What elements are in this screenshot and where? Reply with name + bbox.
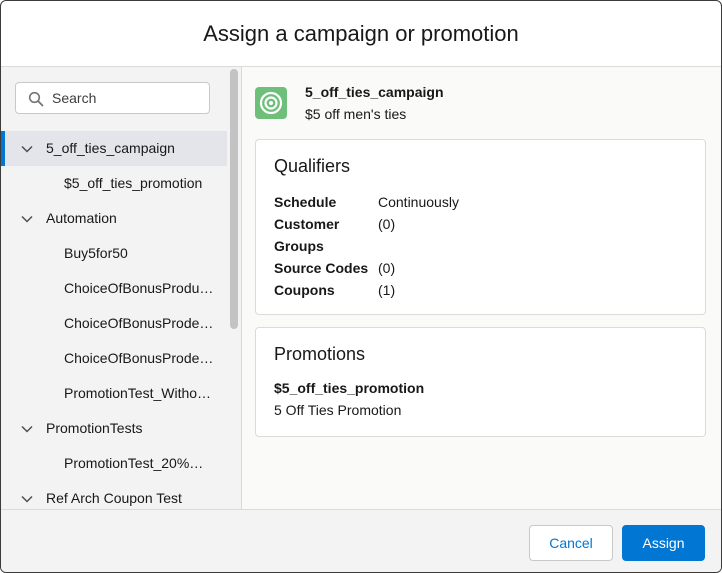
tree-item-promotion-test-without[interactable]: PromotionTest_Witho… <box>1 376 227 411</box>
qualifier-value: Continuously <box>378 194 459 210</box>
campaign-tree: 5_off_ties_campaign $5_off_ties_promotio… <box>1 131 227 509</box>
tree-item-label: Buy5for50 <box>64 245 128 261</box>
tree-item-choice-of-bonus-2[interactable]: ChoiceOfBonusProde… <box>1 306 227 341</box>
qualifiers-card: Qualifiers Schedule Continuously Custome… <box>255 139 706 315</box>
campaign-tree-panel: 5_off_ties_campaign $5_off_ties_promotio… <box>1 67 242 509</box>
tree-item-ref-arch-coupon-test[interactable]: Ref Arch Coupon Test <box>1 481 227 509</box>
tree-item-buy5for50[interactable]: Buy5for50 <box>1 236 227 271</box>
tree-item-label: PromotionTest_20%… <box>64 455 204 471</box>
search-input[interactable] <box>52 83 202 113</box>
tree-item-label: ChoiceOfBonusProde… <box>64 315 214 331</box>
tree-item-label: $5_off_ties_promotion <box>64 175 203 191</box>
qualifier-value: (1) <box>378 282 396 298</box>
tree-item-label: Automation <box>46 210 117 226</box>
search-icon <box>28 91 44 107</box>
chevron-down-icon[interactable] <box>21 493 33 505</box>
qualifier-value: (0) <box>378 260 396 276</box>
qualifier-key: Source Codes <box>274 260 369 276</box>
chevron-down-icon[interactable] <box>21 143 33 155</box>
qualifier-key: Coupons <box>274 282 335 298</box>
modal-body: 5_off_ties_campaign $5_off_ties_promotio… <box>1 67 721 509</box>
tree-item-label: 5_off_ties_campaign <box>46 140 175 156</box>
tree-item-promotion-tests[interactable]: PromotionTests <box>1 411 227 446</box>
tree-item-choice-of-bonus-1[interactable]: ChoiceOfBonusProdu… <box>1 271 227 306</box>
qualifier-value: (0) <box>378 216 396 232</box>
chevron-down-icon[interactable] <box>21 213 33 225</box>
tree-item-label: ChoiceOfBonusProde… <box>64 350 214 366</box>
chevron-down-icon[interactable] <box>21 423 33 435</box>
campaign-detail-panel: 5_off_ties_campaign $5 off men's ties Qu… <box>242 67 721 509</box>
promotions-card: Promotions $5_off_ties_promotion 5 Off T… <box>255 327 706 437</box>
cancel-button[interactable]: Cancel <box>529 525 613 561</box>
campaign-description: $5 off men's ties <box>305 106 407 122</box>
tree-item-label: Ref Arch Coupon Test <box>46 490 182 506</box>
modal-header: Assign a campaign or promotion <box>1 1 721 67</box>
tree-item-automation[interactable]: Automation <box>1 201 227 236</box>
promotion-description: 5 Off Ties Promotion <box>274 402 402 418</box>
tree-item-label: ChoiceOfBonusProdu… <box>64 280 214 296</box>
assign-campaign-modal: Assign a campaign or promotion 5_off_tie… <box>0 0 722 573</box>
search-box[interactable] <box>15 82 210 114</box>
tree-item-5-off-ties-campaign[interactable]: 5_off_ties_campaign <box>1 131 227 166</box>
assign-button[interactable]: Assign <box>622 525 705 561</box>
promotions-title: Promotions <box>274 344 366 364</box>
tree-item-label: PromotionTests <box>46 420 143 436</box>
modal-footer: Cancel Assign <box>1 509 721 572</box>
campaign-name: 5_off_ties_campaign <box>305 84 444 100</box>
tree-item-label: PromotionTest_Witho… <box>64 385 212 401</box>
tree-item-choice-of-bonus-3[interactable]: ChoiceOfBonusProde… <box>1 341 227 376</box>
qualifier-key: Groups <box>274 238 324 254</box>
tree-item-promotion-test-20[interactable]: PromotionTest_20%… <box>1 446 227 481</box>
tree-item-5-off-ties-promotion[interactable]: $5_off_ties_promotion <box>1 166 227 201</box>
qualifiers-title: Qualifiers <box>274 156 351 176</box>
tree-scrollbar-thumb[interactable] <box>230 69 238 329</box>
qualifier-key: Schedule <box>274 194 337 210</box>
modal-title: Assign a campaign or promotion <box>203 20 519 46</box>
target-icon <box>255 87 287 119</box>
promotion-name: $5_off_ties_promotion <box>274 380 425 396</box>
qualifier-key: Customer <box>274 216 340 232</box>
